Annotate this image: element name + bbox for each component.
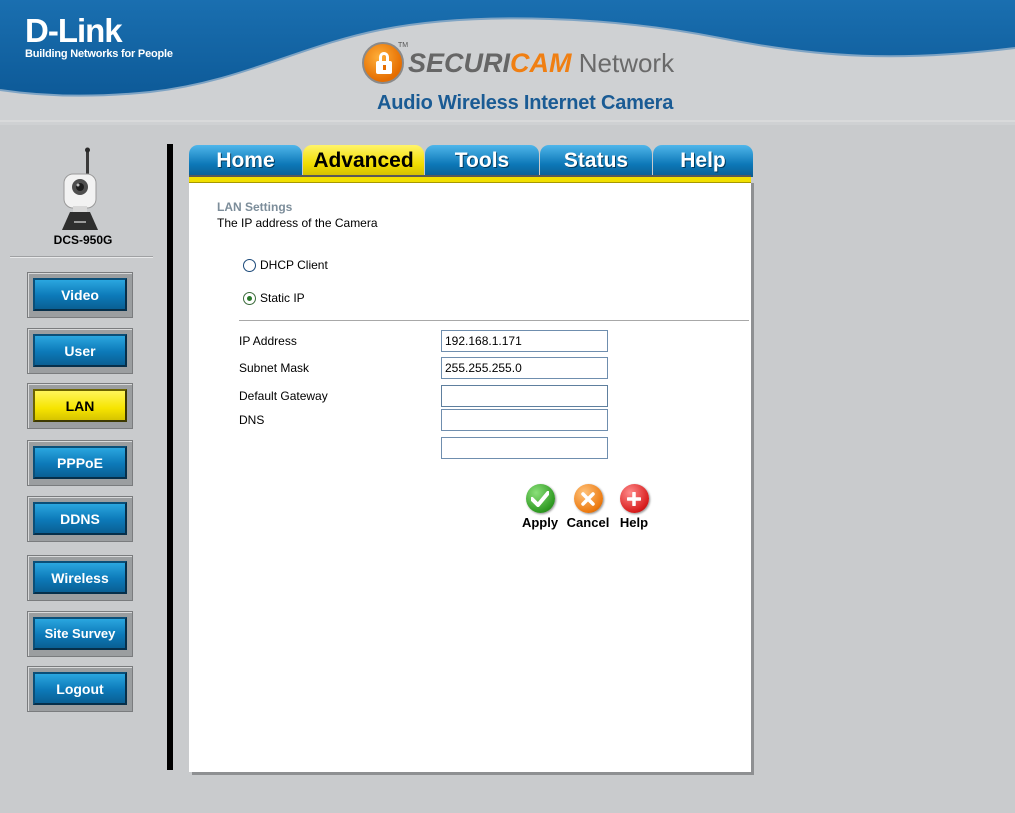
- sidebar-item-site-survey[interactable]: Site Survey: [27, 611, 133, 657]
- sidebar-item-logout[interactable]: Logout: [27, 666, 133, 712]
- sidebar-item-wireless[interactable]: Wireless: [27, 555, 133, 601]
- camera-icon: [44, 146, 116, 232]
- content-separator-bar: [167, 144, 173, 770]
- sidebar-divider: [10, 256, 153, 258]
- section-title: LAN Settings: [217, 200, 293, 214]
- dhcp-client-label: DHCP Client: [260, 258, 328, 272]
- sidebar-item-label: Video: [33, 278, 127, 311]
- plus-icon: [619, 484, 649, 513]
- x-icon: [573, 484, 603, 513]
- tab-underline: [189, 175, 751, 183]
- dlink-logo[interactable]: D-Link Building Networks for People: [25, 12, 173, 61]
- default-gateway-label: Default Gateway: [239, 389, 328, 403]
- sidebar-item-lan[interactable]: LAN: [27, 383, 133, 429]
- ip-address-label: IP Address: [239, 334, 297, 348]
- sidebar-item-pppoe[interactable]: PPPoE: [27, 440, 133, 486]
- product-title-cam: CAM: [510, 48, 572, 78]
- ip-address-input[interactable]: [441, 330, 608, 352]
- dns-label: DNS: [239, 413, 265, 427]
- dns-primary-input[interactable]: [441, 409, 608, 431]
- tab-tools[interactable]: Tools: [425, 145, 539, 177]
- dhcp-client-option[interactable]: DHCP Client: [243, 258, 328, 272]
- sidebar-item-label: DDNS: [33, 502, 127, 535]
- sidebar-item-label: User: [33, 334, 127, 367]
- subnet-mask-input[interactable]: [441, 357, 608, 379]
- dhcp-client-radio[interactable]: [243, 258, 256, 272]
- tab-home[interactable]: Home: [189, 145, 302, 177]
- help-button[interactable]: Help: [604, 484, 664, 530]
- page-header: D-Link Building Networks for People TM S…: [0, 0, 1015, 125]
- check-icon: [525, 484, 555, 513]
- help-label: Help: [619, 515, 649, 530]
- tab-help[interactable]: Help: [653, 145, 753, 177]
- form-divider: [239, 320, 749, 321]
- sidebar-item-label: Logout: [33, 672, 127, 705]
- sidebar-item-label: PPPoE: [33, 446, 127, 479]
- sidebar-item-label: Wireless: [33, 561, 127, 594]
- static-ip-option[interactable]: Static IP: [243, 291, 305, 305]
- top-tab-bar: Home Advanced Tools Status Help: [189, 143, 754, 183]
- dns-secondary-input[interactable]: [441, 437, 608, 459]
- static-ip-label: Static IP: [260, 291, 305, 305]
- default-gateway-input[interactable]: [441, 385, 608, 407]
- sidebar-item-user[interactable]: User: [27, 328, 133, 374]
- product-subtitle: Audio Wireless Internet Camera: [377, 92, 674, 114]
- tab-status[interactable]: Status: [540, 145, 652, 177]
- product-title-network: Network: [571, 48, 675, 78]
- subnet-mask-label: Subnet Mask: [239, 361, 310, 375]
- sidebar-item-label: LAN: [33, 389, 127, 422]
- brand-name: D-Link: [25, 12, 123, 49]
- tab-advanced[interactable]: Advanced: [303, 145, 424, 177]
- product-title-securi: SECURI: [408, 48, 511, 78]
- product-title: SECURICAM Network: [408, 48, 674, 78]
- static-ip-radio[interactable]: [243, 291, 256, 305]
- trademark-mark: TM: [398, 42, 409, 49]
- sidebar-item-label: Site Survey: [33, 617, 127, 650]
- sidebar-item-ddns[interactable]: DDNS: [27, 496, 133, 542]
- device-model: DCS-950G: [53, 233, 113, 247]
- brand-tagline: Building Networks for People: [25, 48, 173, 60]
- sidebar-item-video[interactable]: Video: [27, 272, 133, 318]
- section-description: The IP address of the Camera: [217, 216, 378, 230]
